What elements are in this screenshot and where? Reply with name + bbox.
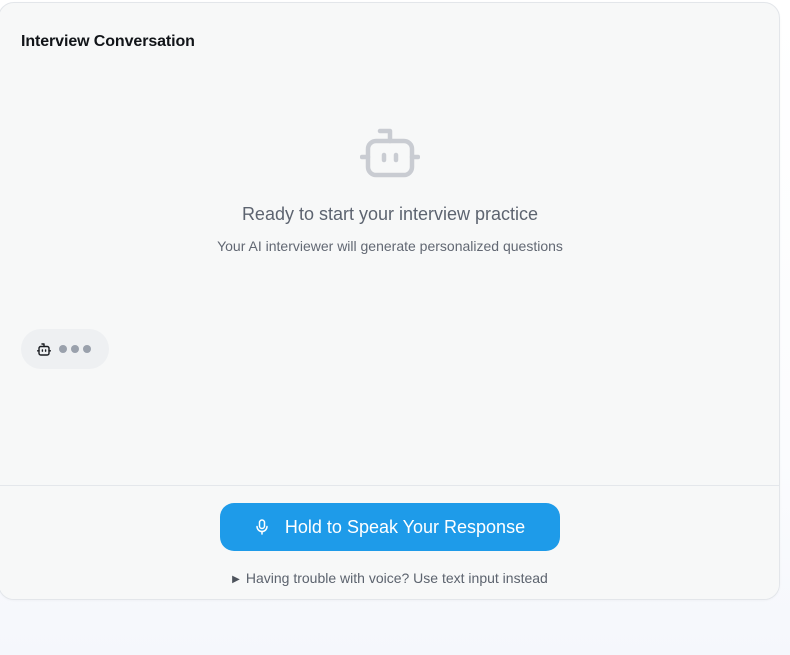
typing-indicator — [21, 329, 109, 369]
robot-icon — [37, 342, 51, 356]
text-input-fallback-toggle[interactable]: ▶ Having trouble with voice? Use text inp… — [0, 570, 779, 586]
text-input-fallback-label: Having trouble with voice? Use text inpu… — [245, 570, 548, 586]
typing-dots — [59, 345, 91, 353]
robot-icon — [360, 128, 420, 178]
card-title: Interview Conversation — [21, 33, 195, 50]
empty-state-heading: Ready to start your interview practice — [241, 204, 539, 224]
typing-dot — [71, 345, 79, 353]
response-footer: Hold to Speak Your Response ▶ Having trou… — [0, 485, 779, 599]
typing-dot — [59, 345, 67, 353]
typing-dot — [83, 345, 91, 353]
hold-to-speak-label: Hold to Speak Your Response — [284, 516, 526, 537]
empty-state: Ready to start your interview practice Y… — [0, 127, 779, 255]
page: Interview Conversation Ready to start yo… — [0, 0, 790, 655]
triangle-right-icon: ▶ — [232, 574, 240, 585]
empty-state-subtext: Your AI interviewer will generate person… — [217, 238, 563, 254]
interview-conversation-card: Interview Conversation Ready to start yo… — [0, 2, 780, 600]
microphone-icon — [256, 519, 268, 535]
hold-to-speak-button[interactable]: Hold to Speak Your Response — [220, 503, 560, 551]
